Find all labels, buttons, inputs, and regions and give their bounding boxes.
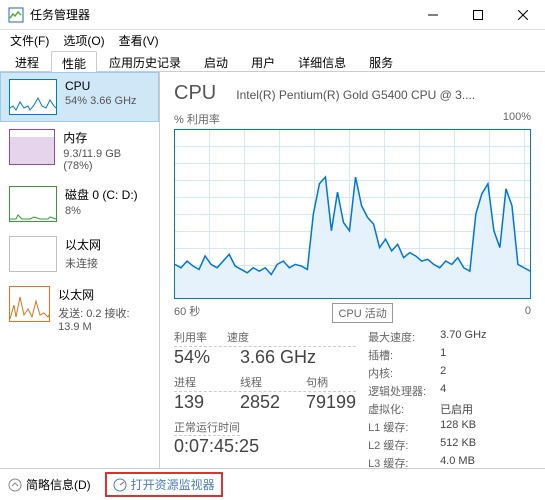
- tab-history[interactable]: 应用历史记录: [98, 50, 192, 71]
- label-speed: 速度: [227, 329, 249, 345]
- sidebar-item-cpu[interactable]: CPU 54% 3.66 GHz: [0, 72, 159, 122]
- sidebar-disk-name: 磁盘 0 (C: D:): [65, 186, 138, 203]
- close-button[interactable]: [500, 0, 545, 30]
- sidebar-item-memory[interactable]: 内存 9.3/11.9 GB (78%): [0, 122, 159, 179]
- sidebar-cpu-name: CPU: [65, 79, 137, 93]
- tab-services[interactable]: 服务: [358, 50, 404, 71]
- page-title: CPU: [174, 82, 216, 105]
- v-logical: 4: [440, 383, 446, 399]
- tab-users[interactable]: 用户: [240, 50, 286, 71]
- tab-startup[interactable]: 启动: [193, 50, 239, 71]
- sidebar-eth1-sub: 发送: 0.2 接收: 13.9 M: [58, 305, 150, 333]
- chart-label-0: 0: [525, 305, 531, 317]
- chevron-up-icon: [8, 478, 22, 492]
- sidebar-mem-sub: 9.3/11.9 GB (78%): [63, 148, 150, 172]
- tab-details[interactable]: 详细信息: [287, 50, 357, 71]
- sidebar-disk-sub: 8%: [65, 205, 138, 217]
- k-cores: 内核:: [368, 365, 440, 381]
- chart-label-util: % 利用率: [174, 111, 220, 127]
- cpu-description: Intel(R) Pentium(R) Gold G5400 CPU @ 3..…: [236, 88, 531, 102]
- sidebar: CPU 54% 3.66 GHz 内存 9.3/11.9 GB (78%) 磁盘 0…: [0, 72, 160, 468]
- tab-performance[interactable]: 性能: [51, 51, 97, 72]
- menu-file[interactable]: 文件(F): [4, 30, 55, 51]
- menu-options[interactable]: 选项(O): [57, 30, 110, 51]
- minimize-button[interactable]: [410, 0, 455, 30]
- v-maxspeed: 3.70 GHz: [440, 329, 486, 345]
- sidebar-mem-name: 内存: [63, 129, 150, 146]
- maximize-button[interactable]: [455, 0, 500, 30]
- brief-label: 简略信息(D): [26, 476, 91, 493]
- chart-label-100: 100%: [503, 111, 531, 127]
- monitor-icon: [113, 478, 127, 492]
- k-sockets: 插槽:: [368, 347, 440, 363]
- label-handles: 句柄: [306, 374, 352, 390]
- menu-view[interactable]: 查看(V): [113, 30, 165, 51]
- open-resource-monitor-button[interactable]: 打开资源监视器: [105, 472, 223, 497]
- v-virt: 已启用: [440, 401, 473, 417]
- value-proc: 139: [174, 392, 220, 413]
- chart-label-60s: 60 秒: [174, 303, 200, 319]
- k-l3: L3 缓存:: [368, 455, 440, 468]
- label-uptime: 正常运行时间: [174, 419, 240, 436]
- sidebar-item-disk[interactable]: 磁盘 0 (C: D:) 8%: [0, 179, 159, 229]
- v-sockets: 1: [440, 347, 446, 363]
- value-threads: 2852: [240, 392, 286, 413]
- chart-tooltip: CPU 活动: [332, 303, 392, 323]
- sidebar-eth1-name: 以太网: [58, 286, 150, 303]
- k-l1: L1 缓存:: [368, 419, 440, 435]
- app-icon: [8, 7, 24, 23]
- resmon-label: 打开资源监视器: [131, 476, 215, 493]
- value-uptime: 0:07:45:25: [174, 436, 356, 457]
- v-cores: 2: [440, 365, 446, 381]
- k-l2: L2 缓存:: [368, 437, 440, 453]
- sidebar-item-eth1[interactable]: 以太网发送: 0.2 接收: 13.9 M: [0, 279, 159, 340]
- sidebar-cpu-sub: 54% 3.66 GHz: [65, 95, 137, 107]
- cpu-chart[interactable]: [174, 129, 531, 299]
- sidebar-item-eth0[interactable]: 以太网未连接: [0, 229, 159, 279]
- k-virt: 虚拟化:: [368, 401, 440, 417]
- main-panel: CPU Intel(R) Pentium(R) Gold G5400 CPU @…: [160, 72, 545, 468]
- label-threads: 线程: [240, 374, 286, 390]
- value-handles: 79199: [306, 392, 356, 413]
- k-logical: 逻辑处理器:: [368, 383, 440, 399]
- v-l3: 4.0 MB: [440, 455, 475, 468]
- window-title: 任务管理器: [30, 6, 410, 23]
- value-util: 54%: [174, 347, 220, 368]
- value-speed: 3.66 GHz: [240, 347, 316, 368]
- brief-info-button[interactable]: 简略信息(D): [8, 476, 91, 493]
- sidebar-eth0-sub: 未连接: [65, 255, 101, 271]
- v-l1: 128 KB: [440, 419, 476, 435]
- label-proc: 进程: [174, 374, 220, 390]
- tab-processes[interactable]: 进程: [4, 50, 50, 71]
- label-util: 利用率: [174, 329, 207, 345]
- sidebar-eth0-name: 以太网: [65, 236, 101, 253]
- v-l2: 512 KB: [440, 437, 476, 453]
- k-maxspeed: 最大速度:: [368, 329, 440, 345]
